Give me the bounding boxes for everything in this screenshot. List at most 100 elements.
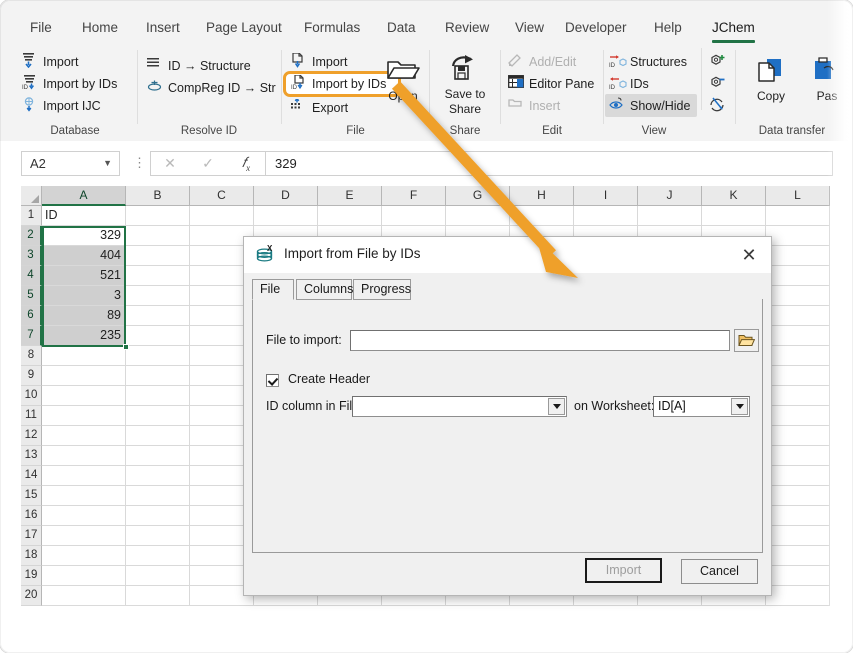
table-cell[interactable] (190, 206, 254, 226)
column-header-i[interactable]: I (574, 186, 638, 206)
row-header-14[interactable]: 14 (21, 466, 42, 486)
table-cell[interactable] (42, 366, 126, 386)
table-cell[interactable] (638, 206, 702, 226)
ribbon-item-remove-structure[interactable] (708, 74, 728, 92)
column-header-k[interactable]: K (702, 186, 766, 206)
ribbon-item-compreg-id-to-structure[interactable]: CompReg ID → Str (147, 77, 276, 100)
table-cell[interactable] (382, 206, 446, 226)
active-cell-a2[interactable]: 329 (42, 226, 126, 246)
row-header-9[interactable]: 9 (21, 366, 42, 386)
table-cell[interactable] (42, 546, 126, 566)
table-cell[interactable] (42, 406, 126, 426)
tab-data[interactable]: Data (378, 14, 425, 44)
tab-home[interactable]: Home (73, 14, 127, 44)
table-cell[interactable] (126, 266, 190, 286)
cell-a7[interactable]: 235 (42, 326, 126, 346)
table-cell[interactable] (766, 386, 830, 406)
chevron-down-icon[interactable]: ▼ (103, 152, 112, 175)
table-cell[interactable] (766, 286, 830, 306)
ribbon-item-file-import-by-ids[interactable]: ID Import by IDs (291, 73, 386, 96)
table-cell[interactable] (766, 486, 830, 506)
row-header-1[interactable]: 1 (21, 206, 42, 226)
cell-a5[interactable]: 3 (42, 286, 126, 306)
ribbon-item-editor-pane[interactable]: Editor Pane (508, 73, 594, 96)
column-header-c[interactable]: C (190, 186, 254, 206)
tab-file[interactable]: File (21, 14, 61, 44)
table-cell[interactable] (126, 326, 190, 346)
formula-bar-grip[interactable]: ⋮ (133, 155, 146, 171)
browse-button[interactable] (734, 329, 759, 352)
table-cell[interactable] (126, 366, 190, 386)
table-cell[interactable] (766, 526, 830, 546)
ribbon-item-id-to-structure[interactable]: ID → Structure (147, 55, 251, 78)
table-cell[interactable] (42, 346, 126, 366)
table-cell[interactable] (766, 246, 830, 266)
ribbon-item-import-ijc[interactable]: Import IJC (22, 95, 101, 118)
table-cell[interactable] (446, 206, 510, 226)
row-header-10[interactable]: 10 (21, 386, 42, 406)
column-header-d[interactable]: D (254, 186, 318, 206)
id-column-combobox[interactable] (352, 396, 567, 417)
chevron-down-icon[interactable] (548, 398, 565, 415)
column-header-j[interactable]: J (638, 186, 702, 206)
row-header-19[interactable]: 19 (21, 566, 42, 586)
table-cell[interactable] (766, 206, 830, 226)
table-cell[interactable] (766, 346, 830, 366)
row-header-2[interactable]: 2 (21, 226, 42, 246)
row-header-15[interactable]: 15 (21, 486, 42, 506)
table-cell[interactable] (42, 386, 126, 406)
table-cell[interactable] (126, 306, 190, 326)
tab-formulas[interactable]: Formulas (295, 14, 369, 44)
table-cell[interactable] (126, 506, 190, 526)
table-cell[interactable] (126, 586, 190, 606)
on-worksheet-combobox[interactable]: ID[A] (653, 396, 750, 417)
row-header-8[interactable]: 8 (21, 346, 42, 366)
ribbon-item-add-edit[interactable]: Add/Edit (508, 51, 576, 74)
row-header-5[interactable]: 5 (21, 286, 42, 306)
formula-input[interactable]: 329 (265, 151, 833, 176)
ribbon-item-show-ids[interactable]: ID IDs (609, 73, 649, 96)
table-cell[interactable] (766, 546, 830, 566)
table-cell[interactable] (126, 566, 190, 586)
tab-insert[interactable]: Insert (137, 14, 189, 44)
fill-handle[interactable] (123, 344, 129, 350)
table-cell[interactable] (126, 226, 190, 246)
ribbon-item-import-database[interactable]: Import (22, 51, 78, 74)
name-box[interactable]: A2 ▼ (21, 151, 120, 176)
column-header-h[interactable]: H (510, 186, 574, 206)
row-header-7[interactable]: 7 (21, 326, 42, 346)
table-cell[interactable] (126, 446, 190, 466)
ribbon-item-file-export[interactable]: Export (291, 97, 348, 120)
cell-a3[interactable]: 404 (42, 246, 126, 266)
table-cell[interactable] (42, 586, 126, 606)
table-cell[interactable] (702, 206, 766, 226)
cell-a4[interactable]: 521 (42, 266, 126, 286)
tab-review[interactable]: Review (436, 14, 498, 44)
table-cell[interactable] (126, 426, 190, 446)
row-header-16[interactable]: 16 (21, 506, 42, 526)
file-to-import-input[interactable] (350, 330, 730, 351)
table-cell[interactable] (766, 586, 830, 606)
table-cell[interactable] (766, 326, 830, 346)
ribbon-item-import-by-ids-database[interactable]: ID Import by IDs (22, 73, 117, 96)
table-cell[interactable] (126, 546, 190, 566)
table-cell[interactable] (766, 506, 830, 526)
ribbon-item-show-structures[interactable]: ID Structures (609, 51, 687, 74)
dialog-tab-progress[interactable]: Progress (353, 279, 411, 300)
ribbon-item-save-to-share[interactable]: Save to Share (437, 50, 493, 116)
ribbon-item-add-structure[interactable] (708, 52, 728, 70)
dialog-tab-columns[interactable]: Columns (296, 279, 352, 300)
table-cell[interactable] (766, 566, 830, 586)
tab-developer[interactable]: Developer (556, 14, 636, 44)
column-header-g[interactable]: G (446, 186, 510, 206)
tab-jchem[interactable]: JChem (703, 14, 764, 44)
row-header-13[interactable]: 13 (21, 446, 42, 466)
table-cell[interactable] (766, 406, 830, 426)
row-header-6[interactable]: 6 (21, 306, 42, 326)
row-header-3[interactable]: 3 (21, 246, 42, 266)
table-cell[interactable] (766, 366, 830, 386)
table-cell[interactable] (126, 346, 190, 366)
confirm-icon[interactable]: ✓ (189, 152, 227, 175)
table-cell[interactable] (126, 466, 190, 486)
cancel-icon[interactable]: ✕ (151, 152, 189, 175)
